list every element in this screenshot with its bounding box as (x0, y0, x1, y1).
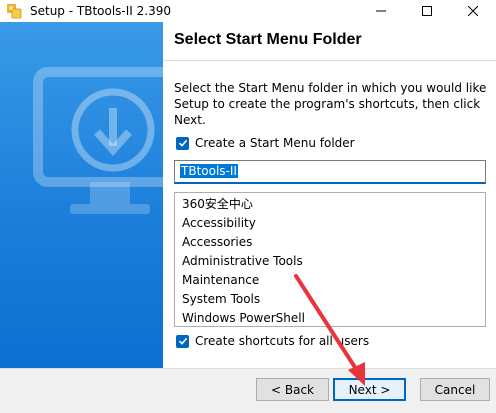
window-title: Setup - TBtools-II 2.390 (30, 4, 171, 18)
start-menu-folder-list[interactable]: 360安全中心 Accessibility Accessories Admini… (174, 192, 486, 327)
wizard-banner (0, 22, 163, 368)
folder-list-item[interactable]: Maintenance (175, 271, 485, 290)
back-button[interactable]: < Back (256, 378, 329, 401)
create-folder-checkbox[interactable] (176, 136, 189, 150)
create-folder-label: Create a Start Menu folder (195, 136, 355, 150)
heading-divider (163, 60, 496, 61)
folder-list-item[interactable]: Accessibility (175, 214, 485, 233)
folder-list-item[interactable]: System Tools (175, 290, 485, 309)
close-button[interactable] (450, 0, 496, 22)
page-title: Select Start Menu Folder (174, 31, 362, 48)
folder-list-item[interactable]: Windows PowerShell (175, 309, 485, 328)
description-line: Select the Start Menu folder in which yo… (174, 81, 487, 95)
description-line: Next. (174, 113, 206, 127)
description-line: Setup to create the program's shortcuts,… (174, 97, 481, 111)
monitor-download-icon (33, 67, 163, 214)
maximize-icon (422, 6, 432, 16)
checkmark-icon (178, 139, 187, 147)
cancel-button[interactable]: Cancel (420, 378, 490, 401)
tbtools-app-icon (7, 4, 22, 19)
folder-list-item[interactable]: Administrative Tools (175, 252, 485, 271)
checkmark-icon (178, 337, 187, 345)
setup-window: Setup - TBtools-II 2.390 Select Start Me… (0, 0, 496, 413)
maximize-button[interactable] (404, 0, 450, 22)
create-folder-checkbox-row[interactable]: Create a Start Menu folder (176, 136, 355, 150)
minimize-button[interactable] (358, 0, 404, 22)
all-users-checkbox-row[interactable]: Create shortcuts for all users (176, 334, 369, 348)
close-icon (468, 6, 478, 16)
folder-name-input[interactable]: TBtools-II (174, 160, 486, 184)
all-users-checkbox[interactable] (176, 334, 189, 348)
page-description: Select the Start Menu folder in which yo… (174, 80, 487, 128)
next-button[interactable]: Next > (333, 378, 406, 401)
folder-list-item[interactable]: 360安全中心 (175, 195, 485, 214)
title-bar: Setup - TBtools-II 2.390 (0, 0, 496, 22)
folder-list-item[interactable]: Accessories (175, 233, 485, 252)
all-users-label: Create shortcuts for all users (195, 334, 370, 348)
minimize-icon (376, 10, 386, 12)
folder-name-value: TBtools-II (180, 164, 238, 178)
